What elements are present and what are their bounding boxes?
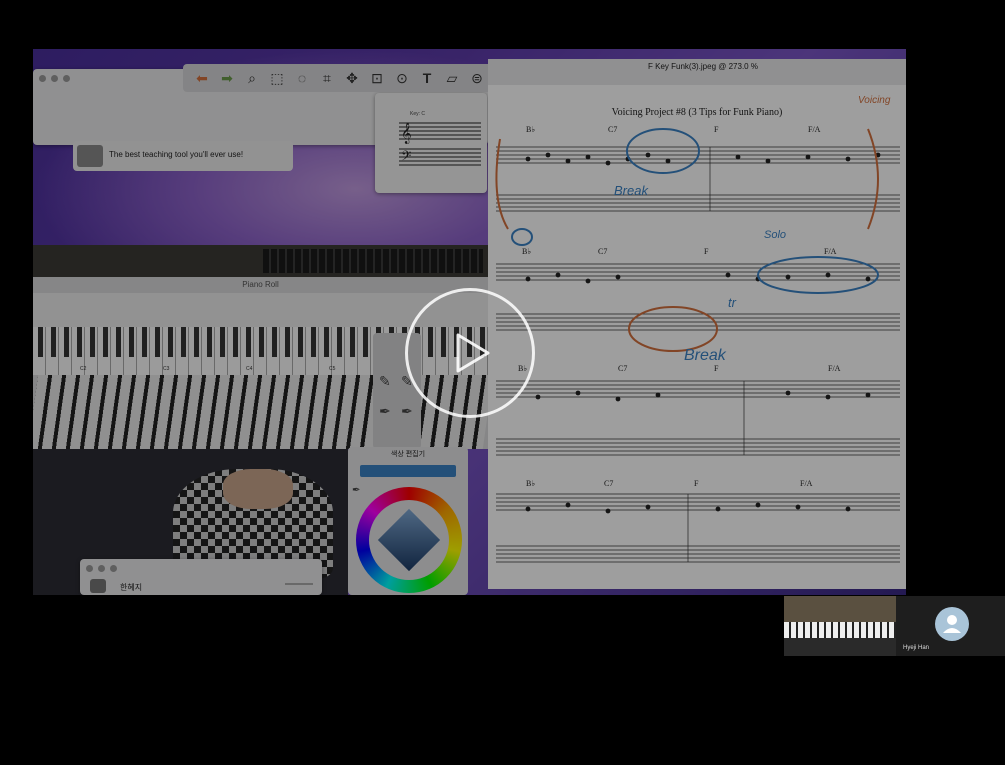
pen-icon[interactable]: ✒ bbox=[379, 403, 391, 420]
key-label: Key: C bbox=[410, 111, 426, 117]
computer-keyboard bbox=[263, 249, 483, 273]
play-icon bbox=[456, 333, 490, 373]
teaching-tool-caption: The best teaching tool you'll ever use! bbox=[109, 150, 244, 159]
annotation-solo: Solo bbox=[764, 229, 787, 241]
redo-icon[interactable]: ➡ bbox=[216, 67, 238, 89]
participant-video-thumbnail[interactable] bbox=[784, 596, 896, 656]
avatar bbox=[935, 607, 969, 641]
person-icon bbox=[943, 615, 961, 633]
chord-r2-3: F bbox=[704, 247, 709, 256]
grand-staff-icon: 𝄞 𝄢 bbox=[399, 122, 481, 167]
chord-r1-4: F/A bbox=[808, 125, 821, 134]
thumbnail-keyboard bbox=[784, 622, 896, 638]
annotation-break-2: Break bbox=[684, 347, 726, 364]
chord-r4-2: C7 bbox=[604, 479, 614, 488]
bottom-app-window: 한혜지 bbox=[80, 559, 322, 595]
bottom-window-controls[interactable] bbox=[86, 565, 117, 572]
svg-text:𝄢: 𝄢 bbox=[401, 148, 411, 167]
camera-strip bbox=[33, 245, 488, 277]
score-titlebar: F Key Funk(3).jpeg @ 273.0 % bbox=[488, 59, 906, 85]
chord-r3-4: F/A bbox=[828, 364, 841, 373]
octave-label-c2: C2 bbox=[80, 366, 87, 372]
score-title: Voicing Project #8 (3 Tips for Funk Pian… bbox=[611, 107, 783, 118]
svg-text:𝄞: 𝄞 bbox=[401, 123, 412, 144]
chord-r2-4: F/A bbox=[824, 247, 837, 256]
eyedropper-icon[interactable]: ✒ bbox=[352, 485, 360, 496]
chord-r1-1: B♭ bbox=[526, 125, 536, 134]
pattern-icon[interactable]: ⊜ bbox=[466, 67, 488, 89]
distort-icon[interactable]: ⊡ bbox=[366, 67, 388, 89]
chord-r1-2: C7 bbox=[608, 125, 618, 134]
rect-select-icon[interactable]: ⬚ bbox=[266, 67, 288, 89]
undo-icon[interactable]: ⬅ bbox=[191, 67, 213, 89]
cylinder-icon[interactable]: ⊙ bbox=[391, 67, 413, 89]
color-editor-title: 색상 편집기 bbox=[390, 451, 426, 458]
score-window-title: F Key Funk(3).jpeg @ 273.0 % bbox=[648, 62, 758, 71]
octave-label-c3: C3 bbox=[163, 366, 170, 372]
app-logo-icon bbox=[77, 145, 103, 167]
lasso-select-icon[interactable]: ◌ bbox=[291, 67, 313, 89]
text-icon[interactable]: T bbox=[416, 67, 438, 89]
volume-slider[interactable] bbox=[285, 583, 313, 585]
ruler-icon[interactable]: ▱ bbox=[441, 67, 463, 89]
zoom-icon[interactable]: ⌕ bbox=[241, 67, 263, 89]
participant-name: Hyeji Han bbox=[903, 645, 930, 651]
sheet-music-window: F Key Funk(3).jpeg @ 273.0 % Voicing Pro… bbox=[488, 59, 906, 589]
chord-r2-1: B♭ bbox=[522, 247, 532, 256]
user-avatar-icon bbox=[90, 579, 106, 593]
chord-r2-2: C7 bbox=[598, 247, 608, 256]
octave-label-c5: C5 bbox=[329, 366, 336, 372]
chord-r3-2: C7 bbox=[618, 364, 628, 373]
chord-r3-3: F bbox=[714, 364, 719, 373]
color-editor-window: 색상 편집기 ✒ bbox=[348, 447, 468, 595]
chord-r4-1: B♭ bbox=[526, 479, 536, 488]
annotation-tr: tr bbox=[728, 295, 736, 310]
thumbnail-lower bbox=[784, 638, 896, 656]
teaching-tool-banner: The best teaching tool you'll ever use! bbox=[73, 141, 293, 171]
pencil-icon[interactable]: ✎ bbox=[379, 373, 391, 390]
annotation-break-1: Break bbox=[614, 183, 648, 198]
chord-r4-3: F bbox=[694, 479, 699, 488]
crop-icon[interactable]: ⌗ bbox=[316, 67, 338, 89]
piano-roll-title: Piano Roll bbox=[242, 280, 279, 289]
bottom-user-name: 한혜지 bbox=[120, 583, 143, 592]
play-button[interactable] bbox=[405, 288, 535, 418]
current-color-swatch[interactable] bbox=[360, 465, 456, 477]
color-wheel[interactable] bbox=[356, 487, 462, 593]
window-controls[interactable] bbox=[39, 75, 70, 82]
chord-r4-4: F/A bbox=[800, 479, 813, 488]
key-window: Key: C 𝄞 𝄢 bbox=[375, 93, 487, 193]
octave-label-c4: C4 bbox=[246, 366, 253, 372]
transform-icon[interactable]: ✥ bbox=[341, 67, 363, 89]
chord-r1-3: F bbox=[714, 125, 719, 134]
performer-hands bbox=[223, 469, 293, 509]
annotation-voicing: Voicing bbox=[858, 95, 891, 106]
